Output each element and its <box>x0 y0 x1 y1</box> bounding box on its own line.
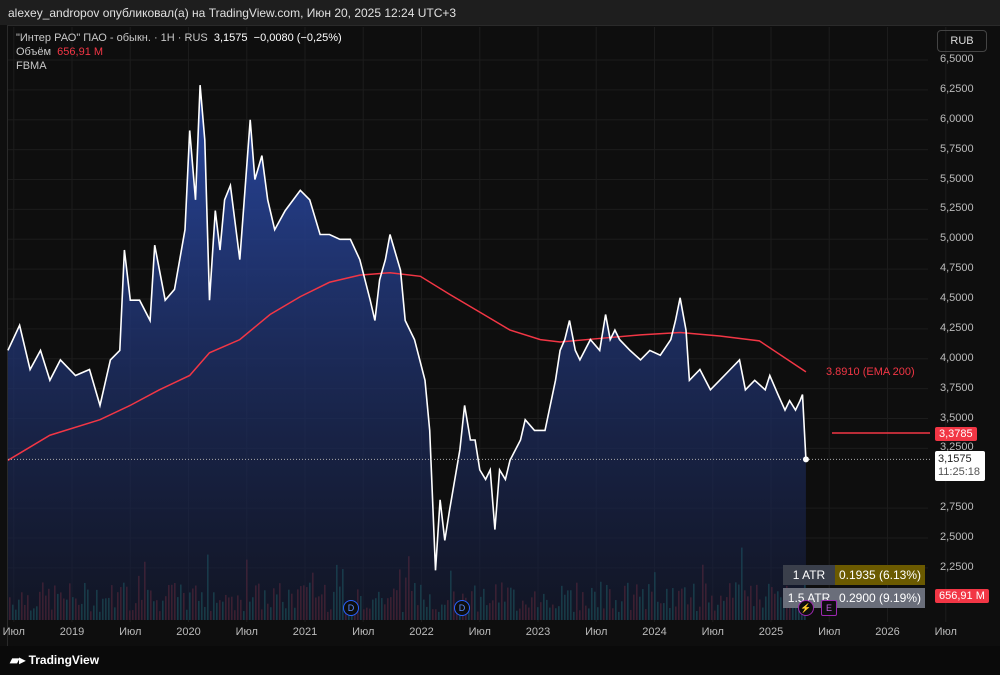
brand-text: TradingView <box>28 653 100 667</box>
last-price: 3,1575 <box>213 32 248 44</box>
price-tick: 5,7500 <box>940 142 974 155</box>
last-price-dot <box>802 456 809 463</box>
earnings-icon[interactable]: E <box>821 600 837 616</box>
atr2-value: 0.2900 (9.19%) <box>835 588 925 608</box>
time-tick: 2021 <box>292 626 318 638</box>
time-tick: 2026 <box>875 626 900 638</box>
time-tick: Июл <box>235 626 258 638</box>
time-tick: 2024 <box>642 626 667 638</box>
atr1-label: 1 ATR <box>783 565 835 585</box>
price-tick: 5,2500 <box>940 202 974 215</box>
price-tick: 2,5000 <box>940 531 974 543</box>
countdown: 11:25:18 <box>938 466 981 478</box>
time-tick: Июл <box>468 626 491 638</box>
time-tick: 2019 <box>59 626 85 638</box>
tradingview-logo[interactable]: ▰▸ TradingView <box>10 653 99 667</box>
last-price-tag: 3,1575 11:25:18 <box>935 451 985 481</box>
price-tick: 4,2500 <box>940 321 974 334</box>
volume-label[interactable]: Объём <box>16 46 51 58</box>
volume-value: 656,91 M <box>57 46 104 58</box>
price-tick: 4,7500 <box>940 262 974 275</box>
price-tick: 4,5000 <box>940 292 974 304</box>
price-tick: 5,5000 <box>940 172 974 185</box>
price-tick: 2,2500 <box>940 560 974 573</box>
time-tick: 2022 <box>409 626 434 638</box>
currency-button[interactable]: RUB <box>937 30 987 52</box>
time-tick: Июл <box>934 626 957 638</box>
lightning-icon[interactable]: ⚡ <box>798 600 814 616</box>
price-tick: 3,7500 <box>940 381 974 394</box>
chart-legend: "Интер РАО" ПАО - обыкн. · 1H · RUS 3,15… <box>16 31 342 73</box>
time-tick: 2020 <box>176 626 201 638</box>
price-area <box>7 85 806 621</box>
time-tick: Июл <box>2 626 25 638</box>
level-tag: 3,3785 <box>935 427 977 441</box>
time-tick: Июл <box>818 626 841 638</box>
time-tick: Июл <box>701 626 724 638</box>
price-tick: 6,5000 <box>940 53 974 65</box>
price-tick: 6,0000 <box>940 112 974 125</box>
price-tick: 5,0000 <box>940 232 974 245</box>
volume-tag: 656,91 M <box>935 589 989 603</box>
atr1-value: 0.1935 (6.13%) <box>835 565 925 585</box>
price-tick: 3,5000 <box>940 411 974 424</box>
time-tick: Июл <box>119 626 142 638</box>
time-tick: Июл <box>352 626 375 638</box>
ema-label: 3.8910 (EMA 200) <box>826 366 915 378</box>
symbol-title[interactable]: "Интер РАО" ПАО - обыкн. · 1H · RUS <box>16 32 208 44</box>
last-price-tag-value: 3,1575 <box>938 453 972 465</box>
footer: ▰▸ TradingView <box>0 646 1000 675</box>
price-change: −0,0080 (−0,25%) <box>253 32 342 44</box>
dividend-icon[interactable]: D <box>343 600 359 616</box>
time-tick: 2025 <box>758 626 784 638</box>
dividend-icon[interactable]: D <box>454 600 470 616</box>
price-tick: 4,0000 <box>940 351 974 364</box>
time-tick: 2023 <box>525 626 551 638</box>
time-tick: Июл <box>585 626 608 638</box>
indicator-fbma[interactable]: FBMA <box>16 60 47 72</box>
price-tick: 2,7500 <box>940 501 974 514</box>
tv-icon: ▰▸ <box>10 653 29 667</box>
price-tick: 6,2500 <box>940 82 974 95</box>
